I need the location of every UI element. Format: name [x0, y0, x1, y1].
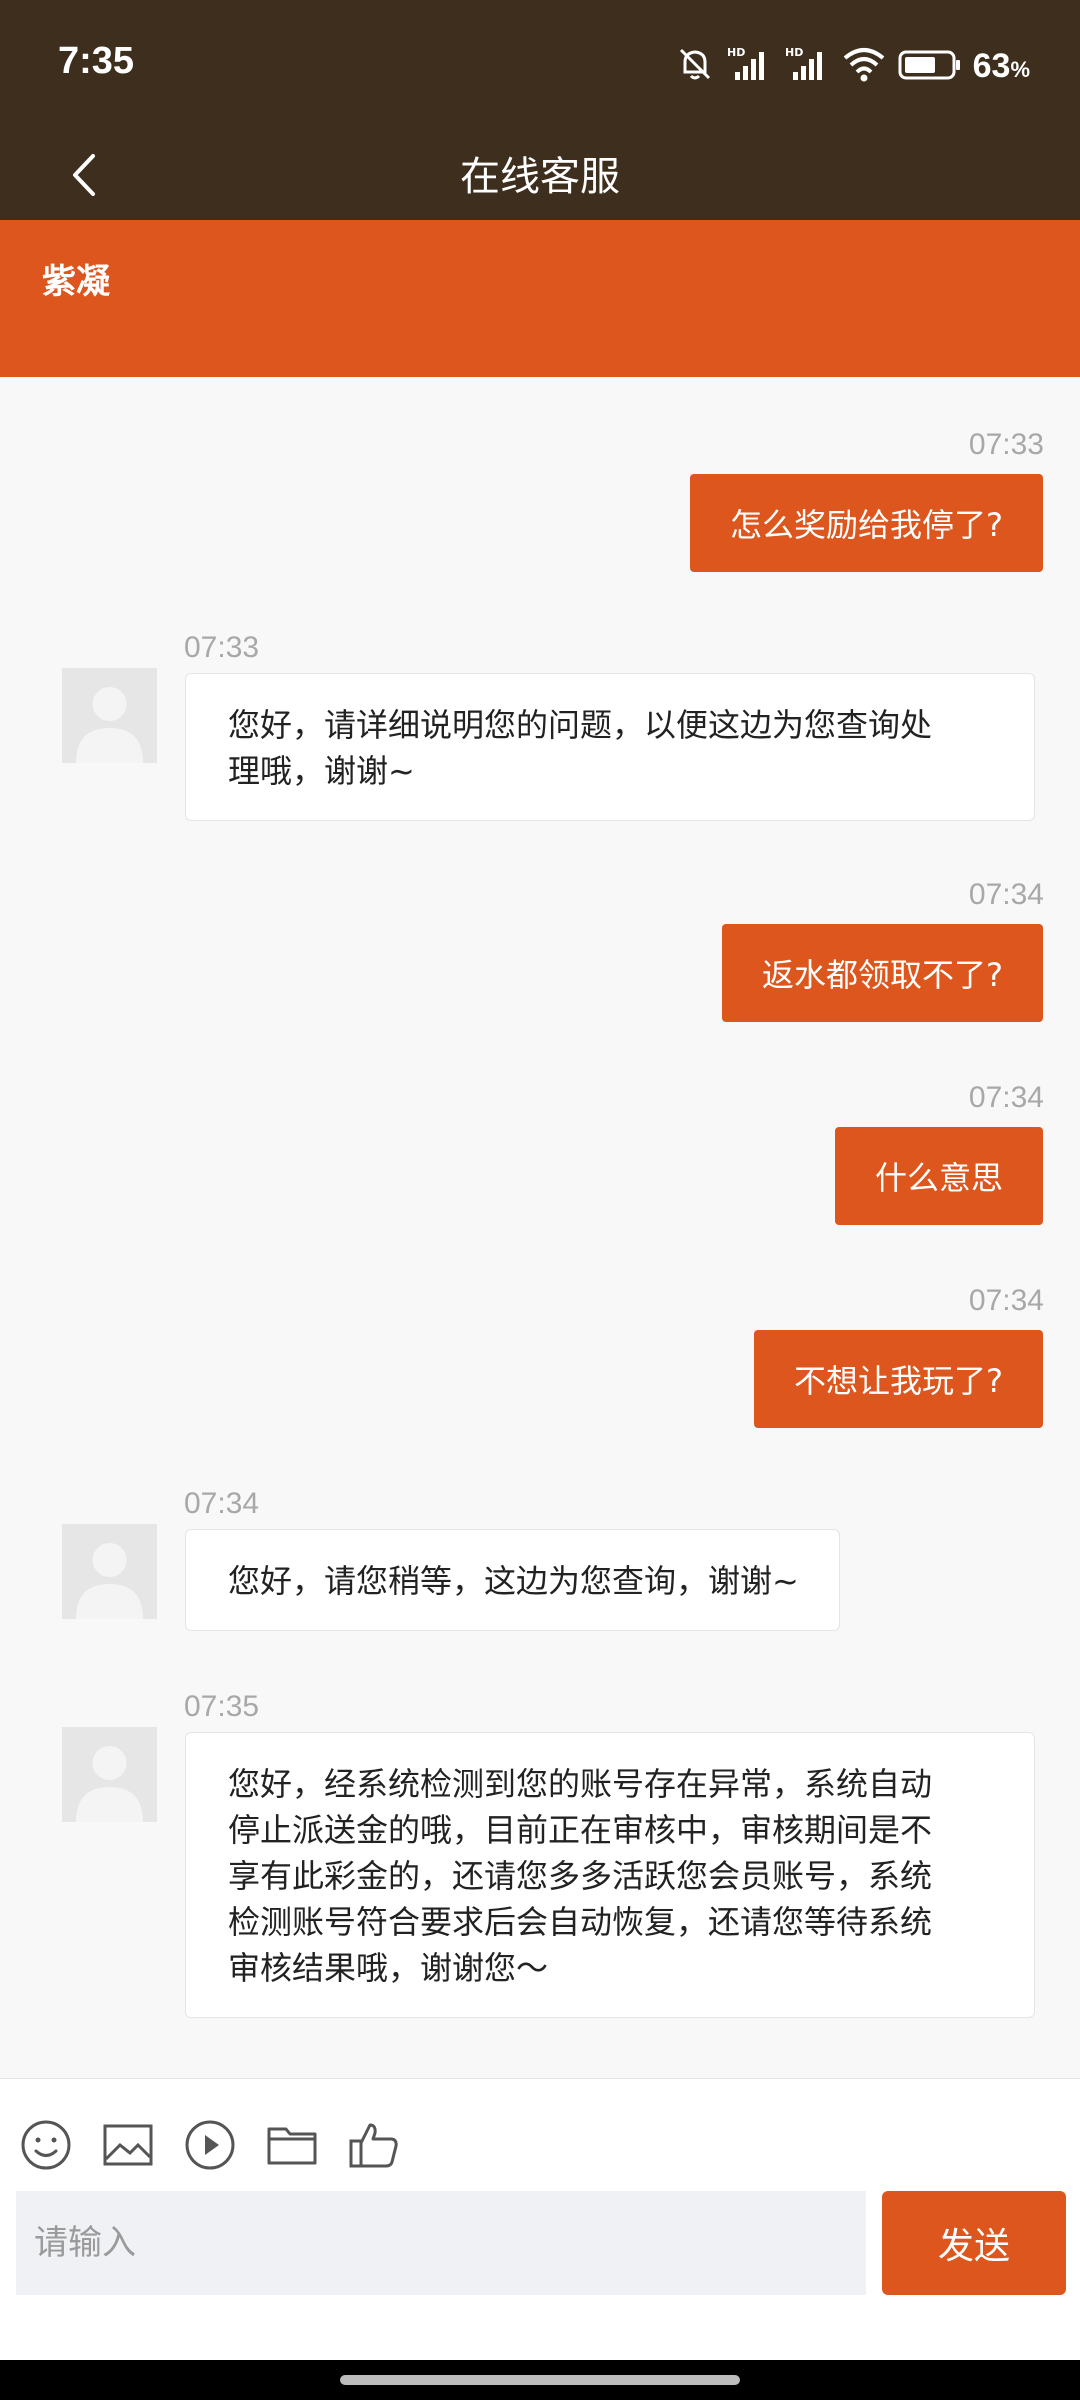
- user-silhouette-icon: [76, 1746, 143, 1822]
- hd-signal-icon: HD: [725, 44, 773, 88]
- battery-percent: 63%: [972, 46, 1030, 85]
- folder-icon[interactable]: [266, 2119, 318, 2171]
- title-bar: 在线客服: [0, 132, 1080, 220]
- message-timestamp: 07:35: [184, 1690, 260, 1723]
- user-silhouette-icon: [76, 687, 143, 763]
- battery-icon: [897, 44, 963, 88]
- avatar[interactable]: [62, 668, 157, 763]
- incoming-message-bubble[interactable]: 您好，请您稍等，这边为您查询，谢谢~: [185, 1529, 840, 1631]
- message-line: 理哦，谢谢~: [228, 752, 415, 790]
- message-timestamp: 07:34: [184, 1487, 260, 1520]
- message-timestamp: 07:34: [968, 878, 1044, 911]
- message-timestamp: 07:33: [184, 631, 260, 664]
- wifi-icon: [841, 44, 887, 88]
- incoming-message-bubble[interactable]: 您好，请详细说明您的问题，以便这边为您查询处 理哦，谢谢~: [185, 673, 1035, 821]
- status-bar: 7:35 HD HD 63%: [0, 0, 1080, 132]
- message-line: 您好，请您稍等，这边为您查询，谢谢~: [228, 1562, 799, 1600]
- message-line: 停止派送金的哦，目前正在审核中，审核期间是不: [228, 1811, 933, 1849]
- thumbs-up-icon[interactable]: [348, 2119, 400, 2171]
- message-line: 享有此彩金的，还请您多多活跃您会员账号，系统: [228, 1857, 933, 1895]
- message-line: 检测账号符合要求后会自动恢复，还请您等待系统: [228, 1903, 933, 1941]
- agent-banner: 紫凝: [0, 220, 1080, 377]
- status-icons: HD HD 63%: [675, 44, 1030, 88]
- outgoing-message-bubble[interactable]: 返水都领取不了?: [722, 924, 1043, 1022]
- message-input[interactable]: [16, 2191, 866, 2295]
- agent-name: 紫凝: [42, 262, 110, 302]
- message-timestamp: 07:33: [968, 428, 1044, 461]
- message-timestamp: 07:34: [968, 1284, 1044, 1317]
- outgoing-message-bubble[interactable]: 不想让我玩了?: [754, 1330, 1043, 1428]
- video-play-icon[interactable]: [184, 2119, 236, 2171]
- avatar[interactable]: [62, 1727, 157, 1822]
- incoming-message-bubble[interactable]: 您好，经系统检测到您的账号存在异常，系统自动 停止派送金的哦，目前正在审核中，审…: [185, 1732, 1035, 2018]
- home-indicator[interactable]: [340, 2375, 740, 2385]
- message-line: 审核结果哦，谢谢您～: [228, 1949, 549, 1987]
- status-time: 7:35: [58, 40, 135, 82]
- hd-signal-icon: HD: [783, 44, 831, 88]
- composer-toolbar: [20, 2119, 400, 2179]
- message-line: 您好，请详细说明您的问题，以便这边为您查询处: [228, 706, 933, 744]
- user-silhouette-icon: [76, 1543, 143, 1619]
- mute-bell-icon: [675, 44, 715, 88]
- emoji-icon[interactable]: [20, 2119, 72, 2171]
- system-nav-bar: [0, 2360, 1080, 2400]
- avatar[interactable]: [62, 1524, 157, 1619]
- svg-text:HD: HD: [727, 46, 745, 59]
- image-icon[interactable]: [102, 2119, 154, 2171]
- page-title: 在线客服: [460, 154, 620, 200]
- message-line: 您好，经系统检测到您的账号存在异常，系统自动: [228, 1765, 933, 1803]
- outgoing-message-bubble[interactable]: 怎么奖励给我停了?: [690, 474, 1043, 572]
- outgoing-message-bubble[interactable]: 什么意思: [834, 1127, 1043, 1225]
- composer-area: 发送: [0, 2078, 1080, 2360]
- message-timestamp: 07:34: [968, 1081, 1044, 1114]
- svg-text:HD: HD: [785, 46, 803, 59]
- send-button[interactable]: 发送: [882, 2191, 1066, 2295]
